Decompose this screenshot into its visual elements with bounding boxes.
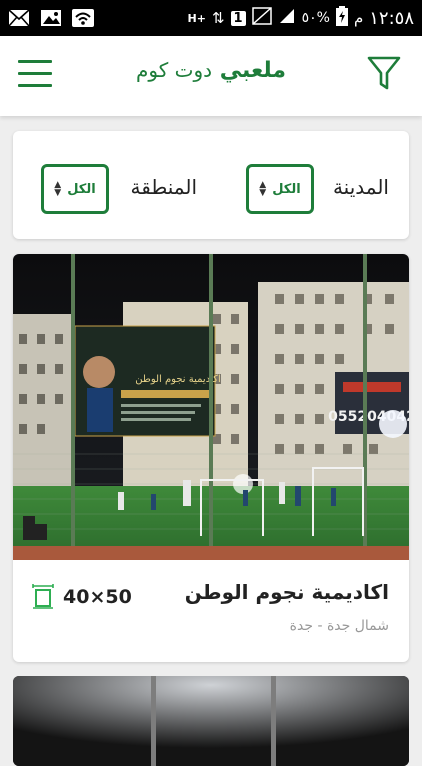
- sim-badge: 1: [230, 10, 246, 26]
- city-select-value: الكل: [272, 181, 301, 197]
- clock: ١٢:٥٨: [369, 7, 414, 29]
- no-signal-icon: [251, 7, 272, 29]
- network-type: H+: [187, 11, 206, 25]
- status-icons-left: [8, 9, 94, 27]
- signal-icon: [278, 7, 296, 29]
- field-size-value: 40×50: [63, 586, 132, 608]
- field-location: شمال جدة - جدة: [289, 618, 389, 634]
- area-select-value: الكل: [67, 181, 96, 197]
- city-select[interactable]: ▲ ▼ الكل: [246, 164, 314, 214]
- status-bar: H+ ⇅ 1 ٥٠% م ١٢:٥٨: [0, 0, 422, 36]
- city-label: المدينة: [332, 175, 389, 199]
- field-card[interactable]: اكاديمية نجوم الوطن 055204042 اكاديمية ن…: [13, 254, 409, 662]
- message-icon: [8, 9, 30, 27]
- filter-card: المدينة ▲ ▼ الكل المنطقة ▲ ▼ الكل: [13, 131, 409, 239]
- filter-button[interactable]: [366, 54, 402, 92]
- image-icon: [40, 9, 62, 27]
- wifi-icon: [72, 9, 94, 27]
- battery-icon: [335, 6, 348, 30]
- field-photo-next: [13, 676, 409, 766]
- field-name: اكاديمية نجوم الوطن: [184, 580, 389, 604]
- app-title: ملعبي دوت كوم: [0, 58, 422, 83]
- sort-arrows-icon: ▲ ▼: [259, 180, 267, 198]
- battery-percent: ٥٠%: [301, 10, 330, 26]
- field-photo: اكاديمية نجوم الوطن 055204042: [13, 254, 409, 560]
- field-card-next[interactable]: [13, 676, 409, 766]
- filter-icon: [367, 56, 401, 90]
- banner-text: اكاديمية نجوم الوطن: [135, 374, 221, 385]
- dimensions-icon: [32, 584, 54, 609]
- app-title-main: ملعبي: [219, 58, 286, 83]
- status-icons-right: H+ ⇅ 1 ٥٠% م ١٢:٥٨: [188, 6, 414, 30]
- area-select[interactable]: ▲ ▼ الكل: [41, 164, 109, 214]
- area-label: المنطقة: [130, 175, 198, 199]
- app-bar: ملعبي دوت كوم: [0, 36, 422, 116]
- download-arrows-icon: ⇅: [211, 9, 225, 27]
- sort-arrows-icon: ▲ ▼: [54, 180, 62, 198]
- app-title-sub: دوت كوم: [136, 58, 213, 82]
- ampm: م: [353, 9, 364, 27]
- field-size: 40×50: [31, 584, 132, 610]
